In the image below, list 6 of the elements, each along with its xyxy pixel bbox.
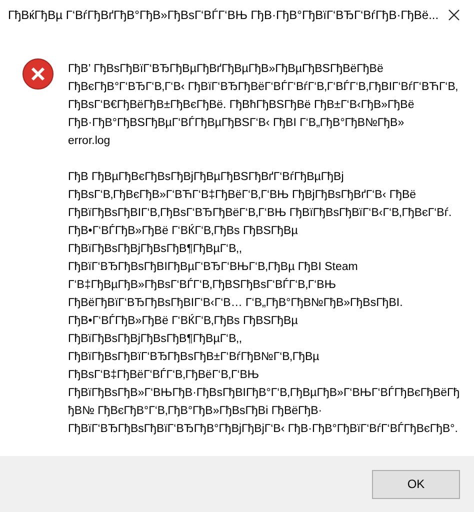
close-icon[interactable]: [448, 9, 460, 21]
error-icon: [22, 58, 54, 90]
message-text: ГђВ ГђВµГђВєГђВѕГђВјГђВµГђВЅГђВґГ‘ВѓГђВµГђВј ГђВѕГ‘В‚ГђВєГђВ»Г‘ВЋГ‘В‡ГђВёГ‘В‚Г‘ВЊ ГђВјГђВѕГђВґГ‘В‹ ГђВё ГђВїГђВѕГђВІГ‘В‚ГђВѕГ‘ВЂГђВёГ‘В‚Г‘ВЊ ГђВїГђВѕГђВїГ‘В‹Г‘В‚ГђВєГ‘Вѓ. ГђВ•Г‘ВЃГђВ»ГђВё Г‘ВЌГ‘В‚ГђВѕ ГђВЅГђВµ ГђВїГђВѕГђВјГђВѕГђВ¶ГђВµГ‘В‚, ГђВїГ‘ВЂГђВѕГђВІГђВµГ‘ВЂГ‘ВЊГ‘В‚ГђВµ ГђВІ Steam Г‘В‡ГђВµГђВ»ГђВѕГ‘ВЃГ‘В‚ГђВЅГђВѕГ‘ВЃГ‘В‚Г‘ВЊ ГђВёГђВїГ‘ВЂГђВѕГђВІГ‘В‹Г‘В… Г‘В„ГђВ°ГђВ№ГђВ»ГђВѕГђВІ. ГђВ•Г‘ВЃГђВ»ГђВё Г‘ВЌГ‘В‚ГђВѕ ГђВЅГђВµ ГђВїГђВѕГђВјГђВѕГђВ¶ГђВµГ‘В‚, ГђВїГђВѕГђВїГ‘ВЂГђВѕГђВ±Г‘ВѓГђВ№Г‘В‚ГђВµ ГђВѕГ‘В‡ГђВёГ‘ВЃГ‘В‚ГђВёГ‘В‚Г‘ВЊ ГђВїГђВѕГђВ»Г‘ВЊГђВ·ГђВѕГђВІГђВ°Г‘В‚ГђВµГђВ»Г‘ВЊГ‘ВЃГђВєГђВёГђ ђВ№ ГђВєГђВ°Г‘В‚ГђВ°ГђВ»ГђВѕГђВі ГђВёГђВ· ГђВїГ‘ВЂГђВѕГђВїГ‘ВЂГђВ°ГђВјГђВјГ‘В‹ ГђВ·ГђВ°ГђВїГ‘ВѓГ‘ВЃГђВєГђВ°.: [68, 170, 460, 437]
window-title: ГђВќГђВµ Г‘ВѓГђВґГђВ°ГђВ»ГђВѕГ‘ВЃГ‘ВЊ ГђВ·ГђВ°ГђВїГ‘ВЂГ‘ВѓГђВ·ГђВё...: [8, 8, 439, 22]
ok-button[interactable]: OK: [372, 470, 460, 498]
message-text: ГђВ’ ГђВѕГђВїГ‘ВЂГђВµГђВґГђВµГђВ»ГђВµГђВЅГђВёГђВё ГђВєГђВ°Г‘ВЂГ‘В‚Г‘В‹ ГђВїГ‘ВЂГђВёГ‘ВЃГ‘ВѓГ‘В‚Г‘ВЃГ‘В‚ГђВІГ‘ВѓГ‘ВЋГ‘В‚ ГђВѕГ‘В€ГђВёГђВ±ГђВєГђВё. ГђВћГђВЅГђВё ГђВ±Г‘В‹ГђВ»ГђВё ГђВ·ГђВ°ГђВЅГђВµГ‘ВЃГђВµГђВЅГ‘В‹ ГђВІ Г‘В„ГђВ°ГђВ№ГђВ» error.log: [68, 62, 459, 149]
